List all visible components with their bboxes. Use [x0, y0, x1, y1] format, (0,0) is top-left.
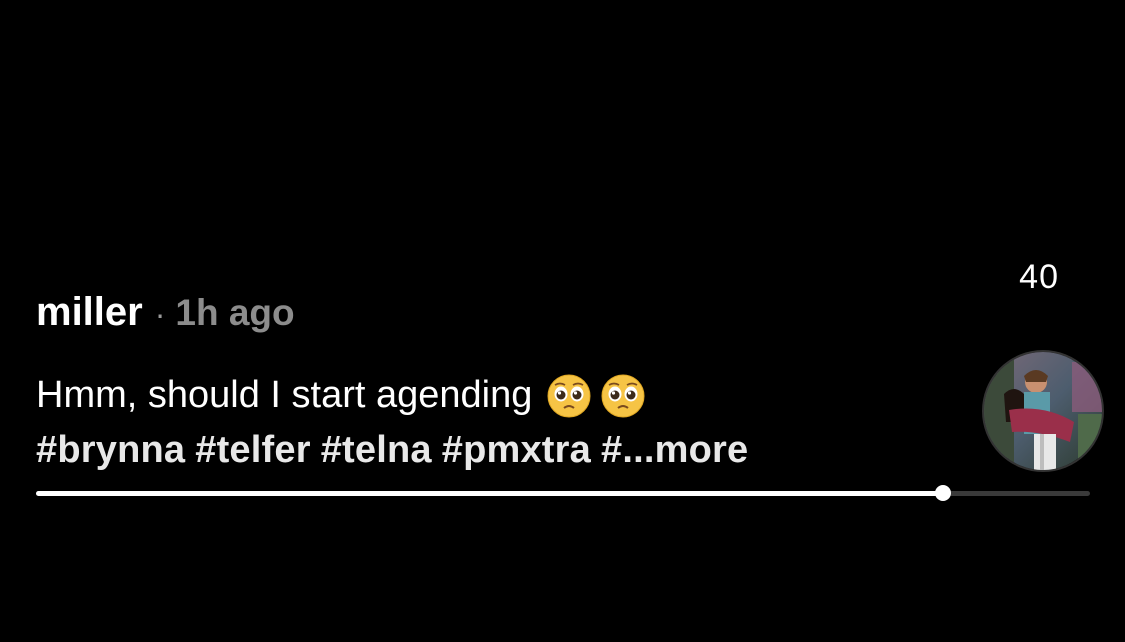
post-time: 1h ago — [175, 292, 295, 333]
pleading-face-icon — [547, 374, 591, 417]
progress-scrubber[interactable] — [935, 485, 952, 501]
separator: · — [154, 296, 166, 332]
more-link[interactable]: #...more — [601, 423, 748, 478]
hashtag[interactable]: #telfer — [195, 423, 310, 478]
video-progress-bar[interactable] — [36, 485, 1090, 501]
like-count[interactable]: 40 — [1019, 258, 1059, 297]
hashtag[interactable]: #pmxtra — [442, 423, 591, 478]
caption[interactable]: Hmm, should I start agending #brynna #te… — [36, 368, 956, 478]
caption-text: Hmm, should I start agending — [36, 374, 533, 416]
avatar-image — [984, 352, 1102, 470]
post-meta: miller · 1h ago — [36, 290, 295, 335]
progress-fill — [36, 491, 944, 496]
music-disc-avatar[interactable] — [982, 350, 1104, 472]
hashtag[interactable]: #brynna — [36, 423, 185, 478]
username[interactable]: miller — [36, 290, 143, 335]
pleading-face-icon — [601, 374, 645, 417]
caption-line-1: Hmm, should I start agending — [36, 368, 956, 423]
hashtag[interactable]: #telna — [321, 423, 432, 478]
hashtag-line: #brynna #telfer #telna #pmxtra #...more — [36, 423, 956, 478]
